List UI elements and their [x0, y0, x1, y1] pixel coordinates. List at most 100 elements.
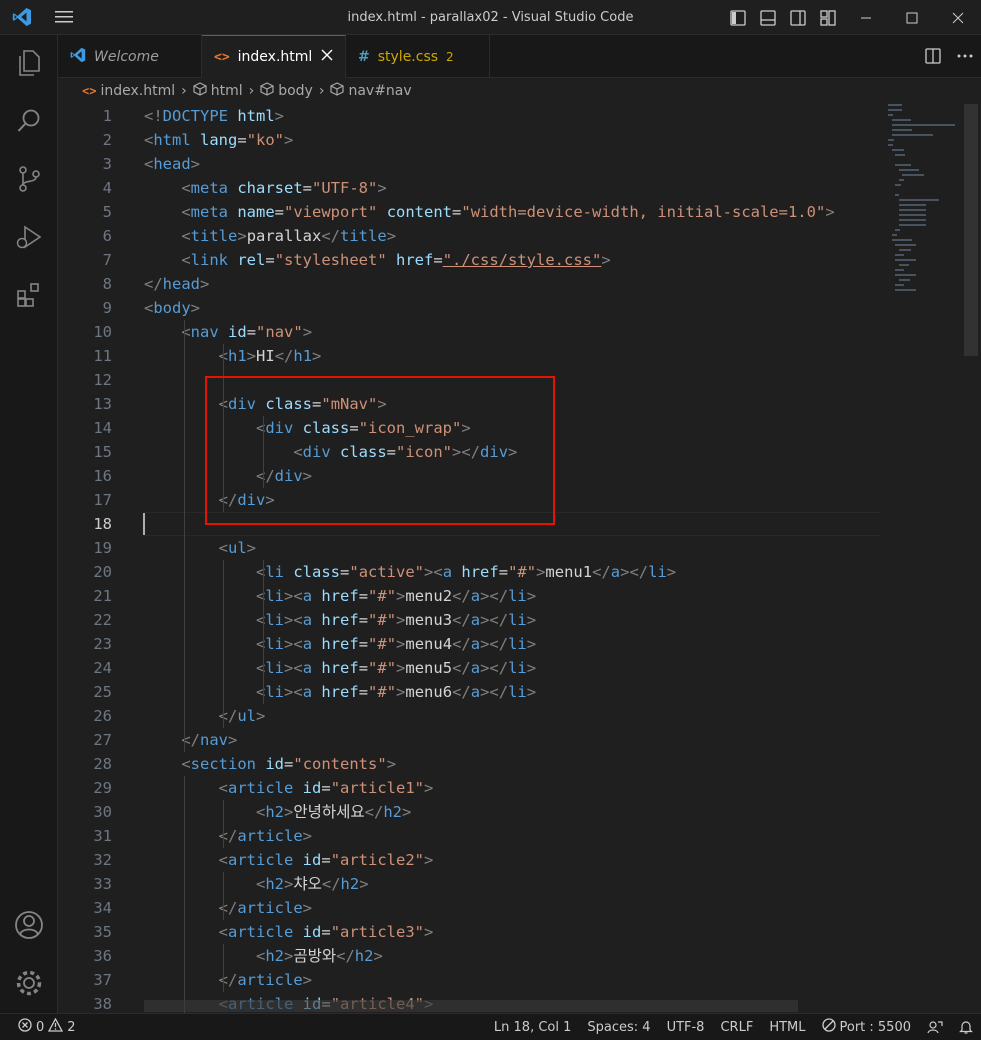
- minimap-line: [898, 224, 926, 226]
- code-line[interactable]: 19 <ul>: [58, 536, 880, 560]
- code-line[interactable]: 32 <article id="article2">: [58, 848, 880, 872]
- code-line[interactable]: 16 </div>: [58, 464, 880, 488]
- source-control-icon[interactable]: [0, 155, 58, 203]
- more-actions-icon[interactable]: [949, 35, 981, 78]
- split-editor-icon[interactable]: [917, 35, 949, 78]
- code-line[interactable]: 5 <meta name="viewport" content="width=d…: [58, 200, 880, 224]
- minimap-line: [895, 244, 916, 246]
- extensions-icon[interactable]: [0, 271, 58, 319]
- code-line[interactable]: 15 <div class="icon"></div>: [58, 440, 880, 464]
- line-number: 24: [93, 659, 112, 677]
- code-line[interactable]: 22 <li><a href="#">menu3</a></li>: [58, 608, 880, 632]
- line-number: 18: [93, 515, 112, 533]
- cursor-position[interactable]: Ln 18, Col 1: [486, 1014, 579, 1040]
- code-text: <title>parallax</title>: [181, 227, 397, 245]
- customize-layout-icon[interactable]: [813, 0, 843, 35]
- indent-guide: [223, 872, 225, 920]
- code-line[interactable]: 2 <html lang="ko">: [58, 128, 880, 152]
- tab-index-html[interactable]: <> index.html: [202, 35, 346, 78]
- settings-gear-icon[interactable]: [0, 959, 58, 1007]
- code-line[interactable]: 23 <li><a href="#">menu4</a></li>: [58, 632, 880, 656]
- code-line[interactable]: 7 <link rel="stylesheet" href="./css/sty…: [58, 248, 880, 272]
- code-line[interactable]: 35 <article id="article3">: [58, 920, 880, 944]
- indentation[interactable]: Spaces: 4: [579, 1014, 658, 1040]
- error-count: 0: [36, 1019, 45, 1035]
- tab-style-css[interactable]: # style.css 2: [346, 35, 490, 78]
- code-line[interactable]: 12: [58, 368, 880, 392]
- code-editor[interactable]: 1 <!DOCTYPE html> 2 <html lang="ko"> 3 <head>…: [58, 104, 981, 1013]
- minimap[interactable]: [880, 104, 964, 304]
- search-icon[interactable]: [0, 97, 58, 145]
- code-line[interactable]: 28 <section id="contents">: [58, 752, 880, 776]
- line-number: 32: [93, 851, 112, 869]
- code-line[interactable]: 24 <li><a href="#">menu5</a></li>: [58, 656, 880, 680]
- end-of-line[interactable]: CRLF: [712, 1014, 761, 1040]
- explorer-icon[interactable]: [0, 39, 58, 87]
- minimap-line: [898, 169, 920, 171]
- code-line[interactable]: 4 <meta charset="UTF-8">: [58, 176, 880, 200]
- code-line[interactable]: 1 <!DOCTYPE html>: [58, 104, 880, 128]
- breadcrumb-file[interactable]: <> index.html: [82, 83, 175, 99]
- code-line[interactable]: 21 <li><a href="#">menu2</a></li>: [58, 584, 880, 608]
- code-line[interactable]: 26 </ul>: [58, 704, 880, 728]
- minimap-line: [895, 269, 905, 271]
- code-text: <li><a href="#">menu6</a></li>: [255, 683, 537, 701]
- code-line[interactable]: 18: [58, 512, 880, 536]
- code-line[interactable]: 6 <title>parallax</title>: [58, 224, 880, 248]
- code-line[interactable]: 11 <h1>HI</h1>: [58, 344, 880, 368]
- code-line[interactable]: 37 </article>: [58, 968, 880, 992]
- accounts-icon[interactable]: [0, 901, 58, 949]
- code-line[interactable]: 9 <body>: [58, 296, 880, 320]
- close-tab-icon[interactable]: [321, 49, 333, 65]
- minimap-line: [888, 109, 903, 111]
- minimap-line: [891, 149, 905, 151]
- toggle-secondary-sidebar-icon[interactable]: [783, 0, 813, 35]
- menu-hamburger-icon[interactable]: [44, 0, 84, 35]
- vertical-scrollbar[interactable]: [964, 104, 978, 356]
- code-line[interactable]: 30 <h2>안녕하세요</h2>: [58, 800, 880, 824]
- notifications-bell-icon[interactable]: [951, 1014, 981, 1040]
- maximize-icon[interactable]: [889, 0, 935, 35]
- code-line[interactable]: 25 <li><a href="#">menu6</a></li>: [58, 680, 880, 704]
- toggle-panel-icon[interactable]: [753, 0, 783, 35]
- minimap-line: [888, 139, 895, 141]
- code-line[interactable]: 27 </nav>: [58, 728, 880, 752]
- code-line[interactable]: 14 <div class="icon_wrap">: [58, 416, 880, 440]
- minimap-line: [898, 214, 926, 216]
- code-text: <li><a href="#">menu4</a></li>: [255, 635, 537, 653]
- breadcrumb-body[interactable]: body: [260, 82, 313, 100]
- minimize-icon[interactable]: [843, 0, 889, 35]
- vscode-logo-icon: [0, 0, 44, 35]
- code-text: </article>: [218, 827, 312, 845]
- problems-status[interactable]: 0 2: [10, 1014, 84, 1040]
- language-mode[interactable]: HTML: [761, 1014, 813, 1040]
- line-number: 28: [93, 755, 112, 773]
- breadcrumb-html[interactable]: html: [193, 82, 243, 100]
- code-line[interactable]: 3 <head>: [58, 152, 880, 176]
- code-line[interactable]: 17 </div>: [58, 488, 880, 512]
- code-line[interactable]: 36 <h2>곰방와</h2>: [58, 944, 880, 968]
- live-server-port[interactable]: Port : 5500: [814, 1014, 920, 1040]
- breadcrumb-nav[interactable]: nav#nav: [330, 82, 412, 100]
- horizontal-scrollbar[interactable]: [144, 1000, 798, 1012]
- line-number: 36: [93, 947, 112, 965]
- warning-icon: [48, 1017, 64, 1036]
- code-line[interactable]: 13 <div class="mNav">: [58, 392, 880, 416]
- code-line[interactable]: 10 <nav id="nav">: [58, 320, 880, 344]
- title-bar: index.html - parallax02 - Visual Studio …: [0, 0, 981, 35]
- indent-guide: [223, 344, 225, 512]
- code-line[interactable]: 29 <article id="article1">: [58, 776, 880, 800]
- code-line[interactable]: 8 </head>: [58, 272, 880, 296]
- toggle-primary-sidebar-icon[interactable]: [723, 0, 753, 35]
- code-line[interactable]: 33 <h2>챠오</h2>: [58, 872, 880, 896]
- code-line[interactable]: 34 </article>: [58, 896, 880, 920]
- encoding[interactable]: UTF-8: [659, 1014, 713, 1040]
- accounts-feedback-icon[interactable]: [919, 1014, 951, 1040]
- run-and-debug-icon[interactable]: [0, 213, 58, 261]
- code-line[interactable]: 20 <li class="active"><a href="#">menu1<…: [58, 560, 880, 584]
- close-window-icon[interactable]: [935, 0, 981, 35]
- element-icon: [260, 82, 274, 100]
- code-line[interactable]: 31 </article>: [58, 824, 880, 848]
- tab-welcome[interactable]: Welcome: [58, 35, 202, 78]
- minimap-line: [891, 239, 913, 241]
